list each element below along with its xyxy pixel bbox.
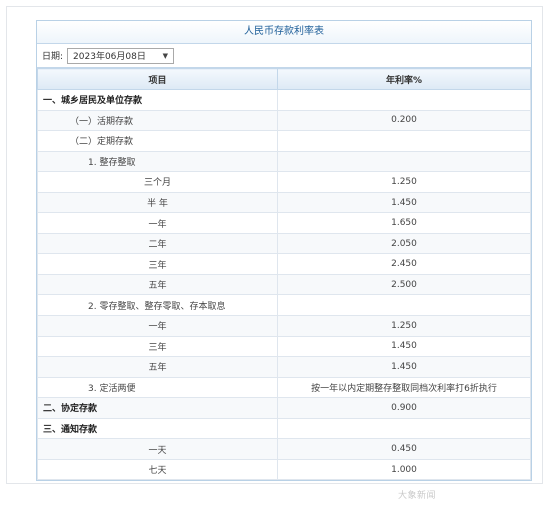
row-item: 五年	[37, 356, 278, 378]
header-item: 项目	[37, 68, 278, 90]
row-rate: 2.050	[277, 232, 531, 255]
row-rate: 1.650	[277, 212, 531, 234]
row-rate	[277, 417, 531, 440]
row-item: 2. 零存整取、整存零取、存本取息	[37, 294, 278, 317]
row-item: 五年	[37, 273, 278, 296]
chevron-down-icon: ▼	[162, 51, 169, 60]
rate-table-panel: 人民币存款利率表 日期: 2023年06月08日 ▼ 项目 年利率% 一、城乡居…	[36, 20, 532, 482]
table-row: 一、城乡居民及单位存款	[37, 89, 531, 111]
table-row: （二）定期存款	[37, 130, 531, 152]
table-row: 二年 2.050	[37, 232, 531, 255]
row-item: 二、协定存款	[37, 397, 278, 419]
table-row: 二、协定存款 0.900	[37, 397, 531, 419]
row-item: （一）活期存款	[37, 109, 278, 132]
row-item: 1. 整存整取	[37, 150, 278, 173]
row-rate: 0.200	[277, 109, 531, 132]
row-rate: 1.250	[277, 315, 531, 337]
table-row: （一）活期存款 0.200	[37, 109, 531, 132]
row-item: 一天	[37, 438, 278, 460]
table-row: 一年 1.250	[37, 315, 531, 337]
row-item: 三、通知存款	[37, 417, 278, 440]
row-item: 一年	[37, 315, 278, 337]
watermark: 大象新闻	[398, 491, 437, 501]
row-rate: 1.450	[277, 335, 531, 358]
row-rate: 按一年以内定期整存整取同档次利率打6折执行	[277, 376, 531, 399]
row-rate	[277, 294, 531, 317]
date-bar: 日期: 2023年06月08日 ▼	[37, 44, 531, 68]
date-value: 2023年06月08日	[73, 52, 146, 62]
row-item: 3. 定活两便	[37, 376, 278, 399]
table-row: 一年 1.650	[37, 212, 531, 234]
row-rate: 0.900	[277, 397, 531, 419]
row-item: 七天	[37, 458, 278, 481]
row-rate	[277, 130, 531, 152]
table-row: 三年 2.450	[37, 253, 531, 275]
table-row: 五年 2.500	[37, 273, 531, 296]
table-row: 一天 0.450	[37, 438, 531, 460]
table-row: 半 年 1.450	[37, 191, 531, 214]
rate-table: 项目 年利率% 一、城乡居民及单位存款 （一）活期存款 0.200 （二）定期存款 1.…	[37, 68, 531, 481]
row-item: （二）定期存款	[37, 130, 278, 152]
row-rate: 1.000	[277, 458, 531, 481]
table-row: 1. 整存整取	[37, 150, 531, 173]
header-rate: 年利率%	[277, 68, 531, 90]
panel-title: 人民币存款利率表	[37, 21, 531, 44]
date-label: 日期:	[42, 52, 64, 62]
date-select[interactable]: 2023年06月08日 ▼	[67, 47, 175, 64]
table-header-row: 项目 年利率%	[37, 68, 531, 90]
table-row: 2. 零存整取、整存零取、存本取息	[37, 294, 531, 317]
row-item: 一、城乡居民及单位存款	[37, 89, 278, 111]
table-row: 五年 1.450	[37, 356, 531, 378]
table-row: 七天 1.000	[37, 458, 531, 481]
row-rate: 1.250	[277, 171, 531, 193]
row-rate: 1.450	[277, 191, 531, 214]
table-row: 3. 定活两便 按一年以内定期整存整取同档次利率打6折执行	[37, 376, 531, 399]
row-item: 三个月	[37, 171, 278, 193]
row-rate: 2.500	[277, 273, 531, 296]
table-row: 三、通知存款	[37, 417, 531, 440]
row-rate: 1.450	[277, 356, 531, 378]
table-row: 三年 1.450	[37, 335, 531, 358]
row-item: 三年	[37, 253, 278, 275]
row-rate: 0.450	[277, 438, 531, 460]
row-item: 半 年	[37, 191, 278, 214]
row-item: 二年	[37, 232, 278, 255]
row-rate	[277, 150, 531, 173]
table-row: 三个月 1.250	[37, 171, 531, 193]
row-rate	[277, 89, 531, 111]
page-frame: 人民币存款利率表 日期: 2023年06月08日 ▼ 项目 年利率% 一、城乡居…	[6, 6, 543, 484]
row-item: 一年	[37, 212, 278, 234]
row-item: 三年	[37, 335, 278, 358]
row-rate: 2.450	[277, 253, 531, 275]
